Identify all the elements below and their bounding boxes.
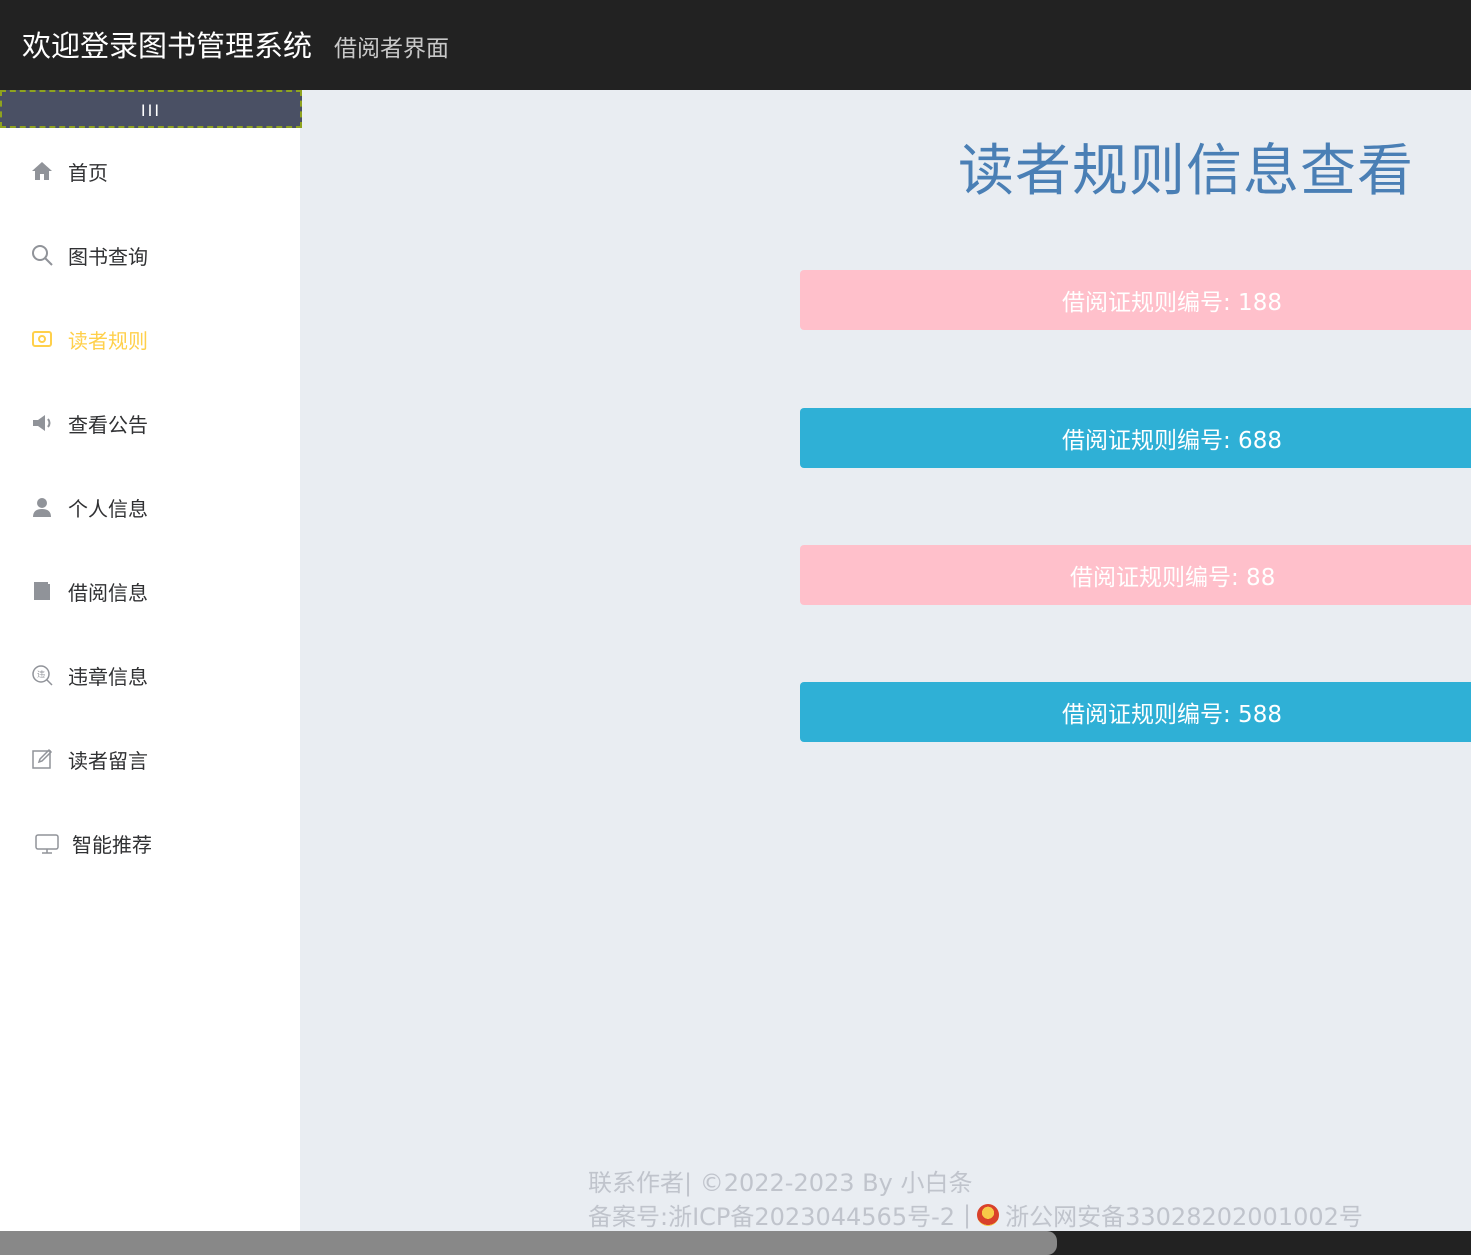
rule-number-text[interactable]: 借阅证规则编号: 88 (1070, 558, 1275, 592)
rule-card: 借阅证规则编号: 88 (800, 545, 1471, 605)
horizontal-scrollbar-thumb[interactable] (0, 1231, 1057, 1255)
sidebar-item-label[interactable]: 图书查询 (68, 241, 148, 270)
police-badge-icon[interactable] (977, 1203, 1000, 1226)
sidebar: III 首页 图书查询 读者规则 查看公告 个人信息 借阅信息 违 违章信息 读… (0, 90, 302, 1231)
rule-number-text[interactable]: 借阅证规则编号: 188 (1062, 283, 1282, 317)
rule-number-text[interactable]: 借阅证规则编号: 688 (1062, 421, 1282, 455)
app-subtitle: 借阅者界面 (334, 35, 450, 62)
sidebar-item-personal-info[interactable]: 个人信息 (28, 492, 148, 522)
sidebar-item-label[interactable]: 违章信息 (68, 661, 148, 690)
book-icon[interactable] (28, 577, 56, 605)
main-content: 读者规则信息查看 借阅证规则编号: 188 借阅证规则编号: 688 借阅证规则… (300, 90, 1471, 1231)
sidebar-item-announcements[interactable]: 查看公告 (28, 408, 148, 438)
sidebar-collapse-toggle[interactable]: III (0, 90, 302, 128)
rule-card: 借阅证规则编号: 588 (800, 682, 1471, 742)
sidebar-item-label[interactable]: 首页 (68, 157, 108, 186)
sidebar-item-label[interactable]: 读者规则 (68, 325, 148, 354)
app-title: 欢迎登录图书管理系统 (22, 29, 313, 63)
page-title: 读者规则信息查看 (958, 139, 1414, 204)
sidebar-item-label[interactable]: 智能推荐 (72, 829, 152, 858)
sidebar-item-home[interactable]: 首页 (28, 156, 108, 186)
home-icon[interactable] (28, 157, 56, 185)
violation-icon[interactable]: 违 (28, 661, 56, 689)
user-icon[interactable] (28, 493, 56, 521)
sidebar-item-label[interactable]: 读者留言 (68, 745, 148, 774)
sidebar-item-book-search[interactable]: 图书查询 (28, 240, 148, 270)
rules-icon[interactable] (28, 325, 56, 353)
sidebar-item-label[interactable]: 个人信息 (68, 493, 148, 522)
rule-card: 借阅证规则编号: 188 (800, 270, 1471, 330)
rule-card: 借阅证规则编号: 688 (800, 408, 1471, 468)
sidebar-item-reader-messages[interactable]: 读者留言 (28, 744, 148, 774)
search-icon[interactable] (28, 241, 56, 269)
footer-separator: | (963, 1200, 972, 1229)
sidebar-item-label[interactable]: 借阅信息 (68, 577, 148, 606)
sidebar-item-smart-recommend[interactable]: 智能推荐 (28, 828, 152, 858)
edit-icon[interactable] (28, 745, 56, 773)
sidebar-item-label[interactable]: 查看公告 (68, 409, 148, 438)
megaphone-icon[interactable] (28, 409, 56, 437)
top-header: 欢迎登录图书管理系统 借阅者界面 (0, 0, 1471, 90)
sidebar-item-reader-rules[interactable]: 读者规则 (28, 324, 148, 354)
footer-records: 备案号:浙ICP备2023044565号-2 | 浙公网安备3302820200… (588, 1197, 1363, 1232)
footer-contact: 联系作者| ©2022-2023 By 小白条 (588, 1169, 973, 1197)
footer: 联系作者| ©2022-2023 By 小白条 备案号:浙ICP备2023044… (588, 1163, 1363, 1232)
police-record-link[interactable]: 浙公网安备33028202001002号 (1005, 1197, 1363, 1232)
monitor-icon[interactable] (28, 829, 66, 857)
sidebar-item-borrow-info[interactable]: 借阅信息 (28, 576, 148, 606)
sidebar-item-violation-info[interactable]: 违 违章信息 (28, 660, 148, 690)
icp-record-link[interactable]: 备案号:浙ICP备2023044565号-2 (588, 1197, 955, 1232)
svg-text:违: 违 (37, 670, 45, 679)
rule-number-text[interactable]: 借阅证规则编号: 588 (1062, 695, 1282, 729)
